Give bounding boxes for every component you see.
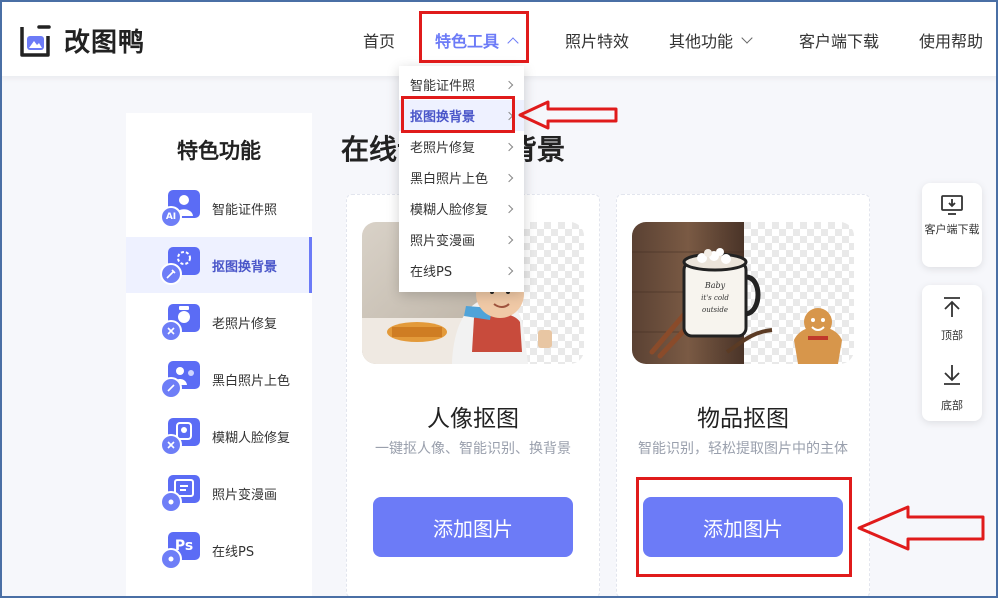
- card-title: 物品抠图: [697, 406, 789, 432]
- chevron-right-icon: [504, 204, 514, 213]
- sidebar-item-old-photo[interactable]: 老照片修复: [126, 294, 312, 350]
- client-download-widget[interactable]: 客户端下载: [922, 183, 982, 267]
- sidebar-item-label: 抠图换背景: [212, 259, 278, 275]
- nav-photo-effects-label: 照片特效: [565, 32, 630, 51]
- sidebar-item-label: 模糊人脸修复: [212, 430, 291, 446]
- dropdown-item-label: 照片变漫画: [410, 234, 476, 249]
- cartoon-icon: [160, 473, 200, 513]
- dropdown-item-label: 黑白照片上色: [410, 172, 489, 187]
- sidebar-item-label: 黑白照片上色: [212, 373, 291, 389]
- scroll-top-button[interactable]: 顶部: [922, 285, 982, 351]
- annotation-box-featured-tools: [419, 11, 529, 63]
- card-description: 一键抠人像、智能识别、换背景: [375, 441, 571, 457]
- bottom-label: 底部: [941, 399, 963, 412]
- dropdown-item-label: 模糊人脸修复: [410, 203, 489, 218]
- dropdown-item-label: 老照片修复: [410, 141, 476, 156]
- card-title: 人像抠图: [427, 406, 519, 432]
- annotation-box-add-image: [636, 477, 852, 577]
- object-sample-image: Baby it's cold outside: [632, 222, 854, 364]
- top-label: 顶部: [941, 329, 963, 342]
- svg-text:outside: outside: [702, 306, 728, 314]
- card-description: 智能识别，轻松提取图片中的主体: [638, 441, 848, 457]
- ps-icon: Ps: [160, 530, 200, 570]
- nav-other-functions-label: 其他功能: [669, 32, 734, 51]
- old-photo-icon: [160, 302, 200, 342]
- nav-home[interactable]: 首页: [363, 28, 395, 52]
- chevron-right-icon: [504, 266, 514, 275]
- client-download-label: 客户端下载: [924, 223, 980, 236]
- face-restore-icon: [160, 416, 200, 456]
- logo-icon: [18, 24, 52, 58]
- nav-other-functions[interactable]: 其他功能: [669, 28, 753, 52]
- chevron-right-icon: [504, 235, 514, 244]
- nav-client-download[interactable]: 客户端下载: [799, 28, 879, 52]
- sidebar-item-cutout[interactable]: 抠图换背景: [126, 237, 312, 293]
- scroll-bottom-button[interactable]: 底部: [922, 355, 982, 421]
- id-photo-icon: AI: [160, 188, 200, 228]
- arrow-down-icon: [944, 365, 960, 385]
- sidebar-item-label: 智能证件照: [212, 202, 278, 218]
- add-image-button[interactable]: 添加图片: [373, 497, 573, 557]
- nav-photo-effects[interactable]: 照片特效: [565, 28, 629, 52]
- dropdown-item-label: 在线PS: [410, 265, 453, 280]
- mug-text: Baby: [704, 281, 726, 290]
- chevron-right-icon: [504, 142, 514, 151]
- chevron-down-icon: [741, 31, 753, 44]
- sidebar: 特色功能 AI 智能证件照 抠图换背景 老照片修复 黑白照片上色 模糊人脸修复 …: [126, 113, 312, 598]
- annotation-arrow-icon: [857, 505, 985, 551]
- nav-home-label: 首页: [363, 32, 396, 51]
- cutout-icon: [160, 245, 200, 285]
- sidebar-item-face-restore[interactable]: 模糊人脸修复: [126, 408, 312, 464]
- sidebar-item-online-ps[interactable]: Ps 在线PS: [126, 522, 312, 578]
- monitor-download-icon: [941, 195, 963, 215]
- arrow-up-icon: [944, 297, 960, 317]
- dropdown-item-face-restore[interactable]: 模糊人脸修复: [399, 193, 524, 224]
- dropdown-item-online-ps[interactable]: 在线PS: [399, 255, 524, 286]
- sidebar-item-label: 照片变漫画: [212, 487, 278, 503]
- scroll-widget: 顶部 底部: [922, 285, 982, 421]
- dropdown-item-label: 智能证件照: [410, 79, 476, 94]
- dropdown-item-cartoon[interactable]: 照片变漫画: [399, 224, 524, 255]
- dropdown-item-old-photo[interactable]: 老照片修复: [399, 131, 524, 162]
- chevron-right-icon: [504, 173, 514, 182]
- nav-help[interactable]: 使用帮助: [919, 28, 983, 52]
- sidebar-item-id-photo[interactable]: AI 智能证件照: [126, 180, 312, 236]
- sidebar-title: 特色功能: [177, 139, 261, 163]
- sidebar-item-cartoon[interactable]: 照片变漫画: [126, 465, 312, 521]
- nav-client-download-label: 客户端下载: [799, 32, 880, 51]
- chevron-right-icon: [504, 80, 514, 89]
- logo[interactable]: 改图鸭: [18, 22, 145, 59]
- annotation-arrow-icon: [518, 100, 618, 130]
- sidebar-item-label: 在线PS: [212, 544, 255, 560]
- sidebar-item-colorize[interactable]: 黑白照片上色: [126, 351, 312, 407]
- nav-help-label: 使用帮助: [919, 32, 984, 51]
- dropdown-item-colorize[interactable]: 黑白照片上色: [399, 162, 524, 193]
- brand-name: 改图鸭: [64, 28, 146, 58]
- annotation-box-cutout: [401, 96, 515, 133]
- ai-badge: AI: [160, 206, 182, 228]
- svg-text:it's cold: it's cold: [701, 294, 729, 302]
- colorize-icon: [160, 359, 200, 399]
- sidebar-item-label: 老照片修复: [212, 316, 278, 332]
